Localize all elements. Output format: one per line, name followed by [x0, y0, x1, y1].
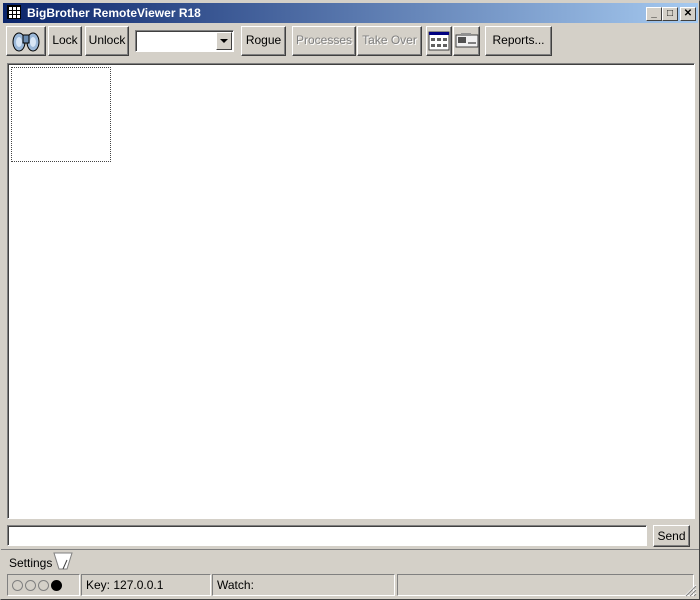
status-light-icon: [51, 580, 62, 592]
watch-button[interactable]: [6, 26, 46, 56]
unlock-button-label: Unlock: [88, 33, 126, 47]
watch-panel: Watch:: [212, 574, 395, 596]
take-over-button[interactable]: Take Over: [357, 26, 422, 56]
send-button-label: Send: [657, 529, 686, 543]
window-title: BigBrother RemoteViewer R18: [27, 6, 201, 20]
status-light-icon: [12, 580, 23, 592]
status-light-icon: [38, 580, 49, 592]
lock-button[interactable]: Lock: [48, 26, 82, 56]
app-window: BigBrother RemoteViewer R18 _ □ ✕ Lock U…: [0, 0, 700, 600]
view-window-button[interactable]: [426, 26, 452, 56]
window-icon: [428, 31, 450, 51]
chevron-down-icon[interactable]: [216, 32, 232, 50]
title-bar[interactable]: BigBrother RemoteViewer R18 _ □ ✕: [3, 3, 698, 23]
reports-button-label: Reports...: [492, 33, 545, 47]
lock-button-label: Lock: [52, 33, 78, 47]
computer-select[interactable]: [135, 30, 234, 52]
key-value: Key: 127.0.0.1: [86, 578, 164, 592]
expand-arrow-icon[interactable]: [53, 552, 73, 570]
selection-rectangle[interactable]: [11, 67, 111, 162]
rogue-button[interactable]: Rogue: [241, 26, 286, 56]
settings-label[interactable]: Settings: [9, 556, 52, 570]
rogue-button-label: Rogue: [245, 33, 282, 47]
binoculars-icon: [12, 32, 40, 52]
processes-button[interactable]: Processes: [292, 26, 356, 56]
take-over-button-label: Take Over: [362, 33, 417, 47]
processes-button-label: Processes: [295, 33, 353, 47]
screen-icon: [455, 33, 478, 48]
resize-grip-icon[interactable]: [683, 583, 697, 597]
status-indicators: [7, 574, 80, 596]
key-panel: Key: 127.0.0.1: [81, 574, 211, 596]
divider: [1, 549, 699, 550]
watch-value: Watch:: [217, 578, 254, 592]
reports-button[interactable]: Reports...: [485, 26, 552, 56]
status-light-icon: [25, 580, 36, 592]
maximize-button[interactable]: □: [662, 7, 678, 21]
unlock-button[interactable]: Unlock: [85, 26, 129, 56]
message-input[interactable]: [7, 525, 647, 546]
minimize-button[interactable]: _: [646, 7, 662, 21]
grid-icon[interactable]: [7, 5, 21, 19]
screen-capture-button[interactable]: [453, 26, 480, 56]
status-panel-empty: [397, 574, 694, 596]
send-button[interactable]: Send: [653, 525, 690, 547]
close-button[interactable]: ✕: [680, 7, 696, 21]
